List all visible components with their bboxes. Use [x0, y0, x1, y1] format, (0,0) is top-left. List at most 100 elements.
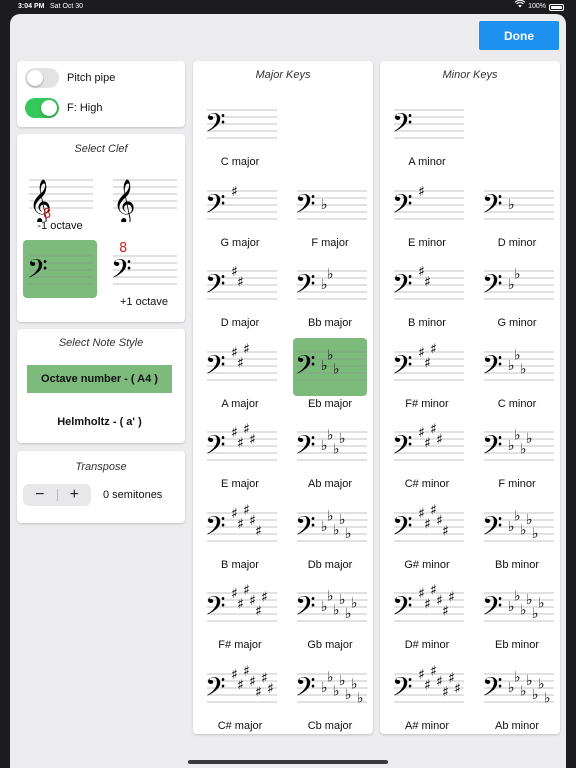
key-label: Ab minor — [494, 719, 540, 732]
minor-key-d-minor[interactable]: 𝄢 ♭ — [480, 177, 554, 235]
bass-clef-icon: 𝄢 — [205, 268, 226, 306]
battery-icon — [549, 3, 564, 11]
clef-option-treble[interactable]: 𝄞 — [107, 164, 181, 222]
minor-key-f-sharp-minor[interactable]: 𝄢 ♯ ♯ ♯ — [390, 338, 464, 396]
sharp-icon: ♯ — [424, 436, 431, 452]
major-key-b-major[interactable]: 𝄢 ♯ ♯ ♯ ♯ ♯ — [203, 499, 277, 557]
key-label: B major — [221, 558, 259, 571]
minor-key-f-minor[interactable]: 𝄢 ♭ ♭ ♭ ♭ — [480, 418, 554, 476]
octave-label: -1 octave — [37, 220, 83, 232]
flat-icon: ♭ — [327, 267, 334, 283]
bass-clef-icon: 𝄢 — [482, 429, 503, 467]
bass-clef-icon: 𝄢 — [205, 510, 226, 548]
minor-key-c-minor[interactable]: 𝄢 ♭ ♭ ♭ — [480, 338, 554, 396]
bass-clef-icon: 𝄢 — [482, 268, 503, 306]
major-key-cb-major[interactable]: 𝄢 ♭ ♭ ♭ ♭ ♭ ♭ ♭ — [293, 660, 367, 718]
sharp-icon: ♯ — [231, 184, 238, 200]
pitch-pipe-row: Pitch pipe — [25, 68, 115, 88]
treble-clef-icon: 𝄞 — [113, 179, 135, 222]
f-high-toggle[interactable] — [25, 98, 59, 118]
minor-key-d-sharp-minor[interactable]: 𝄢 ♯ ♯ ♯ ♯ ♯ ♯ — [390, 579, 464, 637]
bass-clef-icon: 𝄢 — [205, 590, 226, 628]
bass-clef-icon: 𝄢 — [295, 349, 316, 387]
minor-key-c-sharp-minor[interactable]: 𝄢 ♯ ♯ ♯ ♯ — [390, 418, 464, 476]
major-key-c-sharp-major[interactable]: 𝄢 ♯ ♯ ♯ ♯ ♯ ♯ ♯ — [203, 660, 277, 718]
key-label: F# major — [218, 639, 262, 651]
bass-clef-icon: 𝄢 — [392, 188, 413, 226]
bass-clef-icon: 𝄢 — [482, 349, 503, 387]
major-key-a-major[interactable]: 𝄢 ♯ ♯ ♯ — [203, 338, 277, 396]
toggles-card: Pitch pipe F: High — [17, 61, 185, 127]
key-label: F# minor — [405, 397, 449, 410]
minor-key-a-sharp-minor[interactable]: 𝄢 ♯ ♯ ♯ ♯ ♯ ♯ ♯ — [390, 660, 464, 718]
major-key-db-major[interactable]: 𝄢 ♭ ♭ ♭ ♭ ♭ — [293, 499, 367, 557]
minor-key-g-minor[interactable]: 𝄢 ♭ ♭ — [480, 257, 554, 315]
sharp-icon: ♯ — [261, 590, 268, 606]
flat-icon: ♭ — [345, 526, 352, 542]
sharp-icon: ♯ — [237, 516, 244, 532]
bass-clef-icon: 𝄢 — [482, 590, 503, 628]
octave-number-option[interactable]: Octave number - ( A4 ) — [27, 365, 172, 393]
increment-button[interactable]: + — [58, 484, 92, 506]
helmholtz-option[interactable]: Helmholtz - ( a' ) — [27, 408, 172, 436]
major-key-gb-major[interactable]: 𝄢 ♭ ♭ ♭ ♭ ♭ ♭ — [293, 579, 367, 637]
major-key-ab-major[interactable]: 𝄢 ♭ ♭ ♭ ♭ — [293, 418, 367, 476]
home-indicator — [188, 760, 388, 764]
done-button[interactable]: Done — [479, 21, 559, 50]
transpose-value: 0 semitones — [103, 489, 163, 501]
flat-icon: ♭ — [351, 596, 358, 612]
key-label: G minor — [497, 317, 537, 329]
bass-clef-icon: 𝄢 — [392, 671, 413, 709]
major-key-c-major[interactable]: 𝄢 — [203, 96, 277, 154]
major-key-d-major[interactable]: 𝄢 ♯ ♯ — [203, 257, 277, 315]
bass-clef-icon: 𝄢 — [295, 510, 316, 548]
transpose-stepper: − + — [23, 484, 91, 506]
minor-key-bb-minor[interactable]: 𝄢 ♭ ♭ ♭ ♭ ♭ — [480, 499, 554, 557]
flat-icon: ♭ — [520, 361, 527, 377]
minor-key-e-minor[interactable]: 𝄢 ♯ — [390, 177, 464, 235]
minor-key-ab-minor[interactable]: 𝄢 ♭ ♭ ♭ ♭ ♭ ♭ ♭ — [480, 660, 554, 718]
major-key-eb-major[interactable]: 𝄢 ♭ ♭ ♭ — [293, 337, 367, 396]
major-key-g-major[interactable]: 𝄢 ♯ — [203, 177, 277, 235]
sharp-icon: ♯ — [237, 597, 244, 613]
key-label: E major — [221, 478, 259, 490]
f-high-label: F: High — [67, 102, 103, 114]
bass-clef-icon: 𝄢 — [295, 590, 316, 628]
transpose-card: Transpose − + 0 semitones — [17, 451, 185, 523]
flat-icon: ♭ — [339, 431, 346, 447]
bass-clef-icon: 𝄢 — [205, 429, 226, 467]
bass-clef-icon: 𝄢 — [295, 268, 316, 306]
major-key-e-major[interactable]: 𝄢 ♯ ♯ ♯ ♯ — [203, 418, 277, 476]
bass-clef-icon: 𝄢 — [392, 429, 413, 467]
sharp-icon: ♯ — [243, 341, 250, 357]
key-label: Gb major — [307, 639, 353, 651]
flat-icon: ♭ — [526, 431, 533, 447]
key-label: Bb major — [307, 317, 353, 329]
key-label: Ab major — [307, 478, 353, 490]
minor-key-eb-minor[interactable]: 𝄢 ♭ ♭ ♭ ♭ ♭ ♭ — [480, 579, 554, 637]
major-key-bb-major[interactable]: 𝄢 ♭ ♭ — [293, 257, 367, 315]
clef-option-bass[interactable]: 𝄢 — [23, 240, 97, 298]
clef-option-bass-8-above[interactable]: 𝄢 8 — [107, 240, 181, 298]
sharp-icon: ♯ — [430, 341, 437, 357]
sharp-icon: ♯ — [237, 677, 244, 693]
bass-clef-icon: 𝄢 — [392, 268, 413, 306]
major-key-f-sharp-major[interactable]: 𝄢 ♯ ♯ ♯ ♯ ♯ ♯ — [203, 579, 277, 637]
major-key-f-major[interactable]: 𝄢 ♭ — [293, 177, 367, 235]
flat-icon: ♭ — [321, 197, 328, 213]
minor-key-a-minor[interactable]: 𝄢 — [390, 96, 464, 154]
minor-key-g-sharp-minor[interactable]: 𝄢 ♯ ♯ ♯ ♯ ♯ — [390, 499, 464, 557]
key-label: C# minor — [404, 478, 450, 490]
clef-option-treble-8-below[interactable]: 𝄞 8 — [23, 164, 97, 222]
wifi-icon — [514, 0, 526, 14]
flat-icon: ♭ — [532, 526, 539, 542]
decrement-button[interactable]: − — [23, 484, 57, 506]
bass-clef-icon: 𝄢 — [205, 671, 226, 709]
sharp-icon: ♯ — [255, 604, 262, 620]
minor-key-b-minor[interactable]: 𝄢 ♯ ♯ — [390, 257, 464, 315]
flat-icon: ♭ — [508, 197, 515, 213]
pitch-pipe-toggle[interactable] — [25, 68, 59, 88]
clef-title: Select Clef — [74, 143, 128, 155]
key-label: G# minor — [404, 558, 450, 571]
status-date: Sat Oct 30 — [50, 3, 84, 10]
